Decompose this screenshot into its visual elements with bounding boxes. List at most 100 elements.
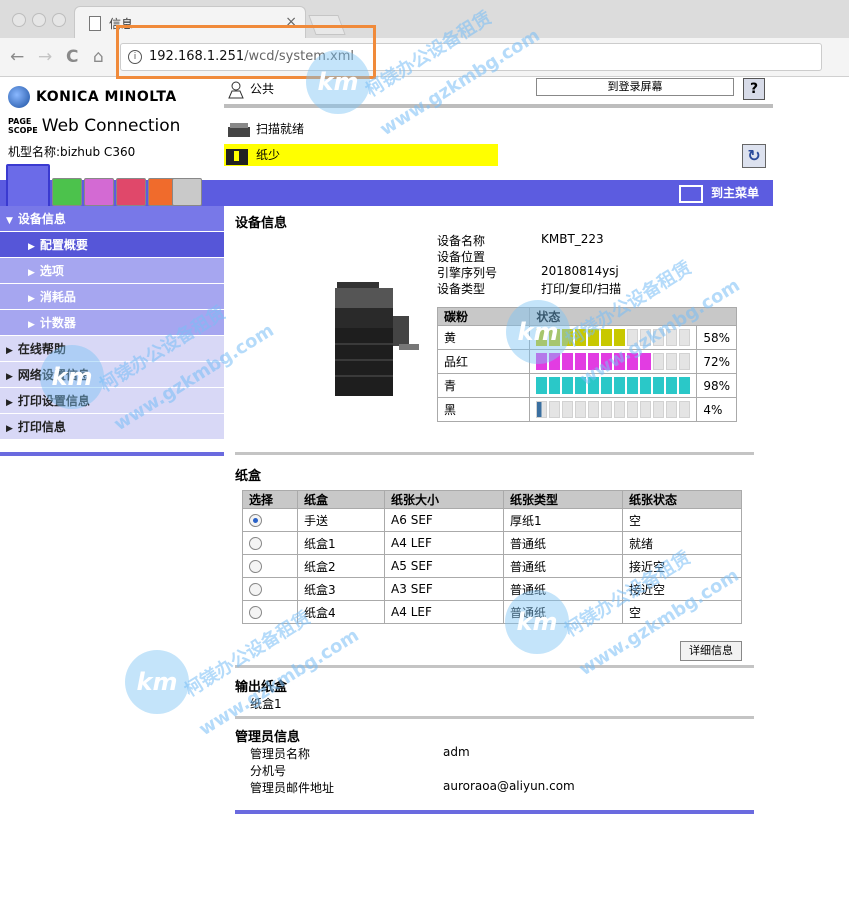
level-segment xyxy=(653,353,665,370)
level-segment xyxy=(653,377,665,394)
help-button[interactable]: ? xyxy=(743,78,765,100)
tray-size: A6 SEF xyxy=(384,508,505,532)
user-icon xyxy=(228,81,244,98)
field-value: 打印/复印/扫描 xyxy=(541,282,622,296)
tray-tray: 纸盒4 xyxy=(296,600,386,624)
sidebar-item[interactable]: ▶ 打印设置信息 xyxy=(0,388,224,414)
sidebar-item[interactable]: ▶ 消耗品 xyxy=(0,284,224,310)
sidebar-item[interactable]: ▶ 网络设置信息 xyxy=(0,362,224,388)
level-segment xyxy=(614,377,626,394)
scan-status-text: 扫描就绪 xyxy=(256,122,305,136)
jobs-tab-icon[interactable] xyxy=(52,178,82,206)
tray-radio[interactable] xyxy=(249,514,262,527)
tray-radio[interactable] xyxy=(249,583,262,596)
tray-type: 普通纸 xyxy=(503,577,623,601)
arrow-icon: ▶ xyxy=(6,398,13,408)
level-bar xyxy=(536,401,691,418)
admin-title: 管理员信息 xyxy=(235,730,301,745)
tray-status: 接近空 xyxy=(621,577,743,601)
tray-size: A4 LEF xyxy=(384,531,505,555)
level-bar xyxy=(536,353,691,370)
window-minimize-dot[interactable] xyxy=(32,13,46,27)
level-segment xyxy=(627,353,639,370)
level-segment xyxy=(536,401,548,418)
brand-name: KONICA MINOLTA xyxy=(36,89,177,105)
arrow-icon: ▶ xyxy=(28,320,35,330)
details-button[interactable]: 详细信息 xyxy=(680,641,742,661)
toner-name: 青 xyxy=(436,373,531,398)
tray-type: 普通纸 xyxy=(503,531,623,555)
level-segment xyxy=(575,401,587,418)
arrow-icon: ▶ xyxy=(28,242,35,252)
level-segment xyxy=(679,401,691,418)
level-segment xyxy=(640,377,652,394)
toner-percent: 4% xyxy=(696,397,737,422)
main-menu-link[interactable]: 到主菜单 xyxy=(679,184,759,203)
device-info-tab-icon[interactable] xyxy=(6,164,50,208)
toner-percent: 98% xyxy=(696,373,737,398)
watermark-logo: km xyxy=(125,650,189,714)
box-tab-icon[interactable] xyxy=(84,178,114,206)
section-divider xyxy=(235,716,754,719)
level-segment xyxy=(588,377,600,394)
level-bar xyxy=(536,377,691,394)
sidebar-item[interactable]: ▶ 在线帮助 xyxy=(0,336,224,362)
back-icon[interactable]: ← xyxy=(10,47,24,67)
level-segment xyxy=(601,353,613,370)
home-icon[interactable]: ⌂ xyxy=(93,47,104,67)
level-segment xyxy=(666,353,678,370)
trays-title: 纸盒 xyxy=(235,469,262,484)
sidebar-item[interactable]: ▼ 设备信息 xyxy=(0,206,224,232)
sidebar-item[interactable]: ▶ 打印信息 xyxy=(0,414,224,440)
header-divider xyxy=(224,104,773,108)
level-segment xyxy=(549,377,561,394)
arrow-icon: ▶ xyxy=(28,268,35,278)
tray-column-header: 纸张大小 xyxy=(384,490,505,509)
level-segment xyxy=(627,377,639,394)
toner-row: 黄 58% xyxy=(436,325,737,350)
url-highlight-box xyxy=(116,25,376,79)
settings-tab-icon[interactable] xyxy=(172,178,202,206)
level-segment xyxy=(679,377,691,394)
tray-row: 纸盒1 A4 LEF 普通纸 就绪 xyxy=(242,531,743,555)
arrow-icon: ▶ xyxy=(6,346,13,356)
sidebar-item[interactable]: ▶ 选项 xyxy=(0,258,224,284)
paper-status-text: 纸少 xyxy=(256,148,281,162)
level-segment xyxy=(575,377,587,394)
level-segment xyxy=(562,353,574,370)
tray-column-header: 选择 xyxy=(242,490,298,509)
level-segment xyxy=(601,377,613,394)
tray-radio[interactable] xyxy=(249,537,262,550)
user-mode: 公共 xyxy=(228,80,274,99)
tray-size: A3 SEF xyxy=(384,577,505,601)
tray-radio[interactable] xyxy=(249,560,262,573)
refresh-button[interactable]: ↻ xyxy=(742,144,766,168)
field-value: 20180814ysj xyxy=(541,264,619,278)
tray-tray: 手送 xyxy=(296,508,386,532)
tray-radio[interactable] xyxy=(249,606,262,619)
tray-row: 纸盒3 A3 SEF 普通纸 接近空 xyxy=(242,577,743,601)
level-segment xyxy=(679,329,691,346)
reload-icon[interactable]: C xyxy=(66,47,78,67)
window-zoom-dot[interactable] xyxy=(52,13,66,27)
login-screen-button[interactable]: 到登录屏幕 xyxy=(536,78,734,96)
sidebar-item[interactable]: ▶ 计数器 xyxy=(0,310,224,336)
tray-status: 空 xyxy=(621,508,743,532)
direct-print-tab-icon[interactable] xyxy=(116,178,146,206)
arrow-icon: ▶ xyxy=(6,424,13,434)
select-cell xyxy=(242,554,298,578)
field-label: 设备名称 xyxy=(437,234,486,248)
window-close-dot[interactable] xyxy=(12,13,26,27)
forward-icon[interactable]: → xyxy=(38,47,52,67)
level-bar xyxy=(536,329,691,346)
toner-table: 碳粉 状态 黄 58% 品红 72% 青 98% 黑 4% xyxy=(436,307,737,422)
scanner-icon xyxy=(228,122,250,137)
toner-row: 品红 72% xyxy=(436,349,737,374)
toner-name: 黄 xyxy=(436,325,531,350)
toner-name: 品红 xyxy=(436,349,531,374)
web-connection-title: Web Connection xyxy=(41,116,181,136)
field-label: 设备位置 xyxy=(437,250,486,264)
level-segment xyxy=(536,353,548,370)
arrow-icon: ▶ xyxy=(28,294,35,304)
sidebar-item[interactable]: ▶ 配置概要 xyxy=(0,232,224,258)
